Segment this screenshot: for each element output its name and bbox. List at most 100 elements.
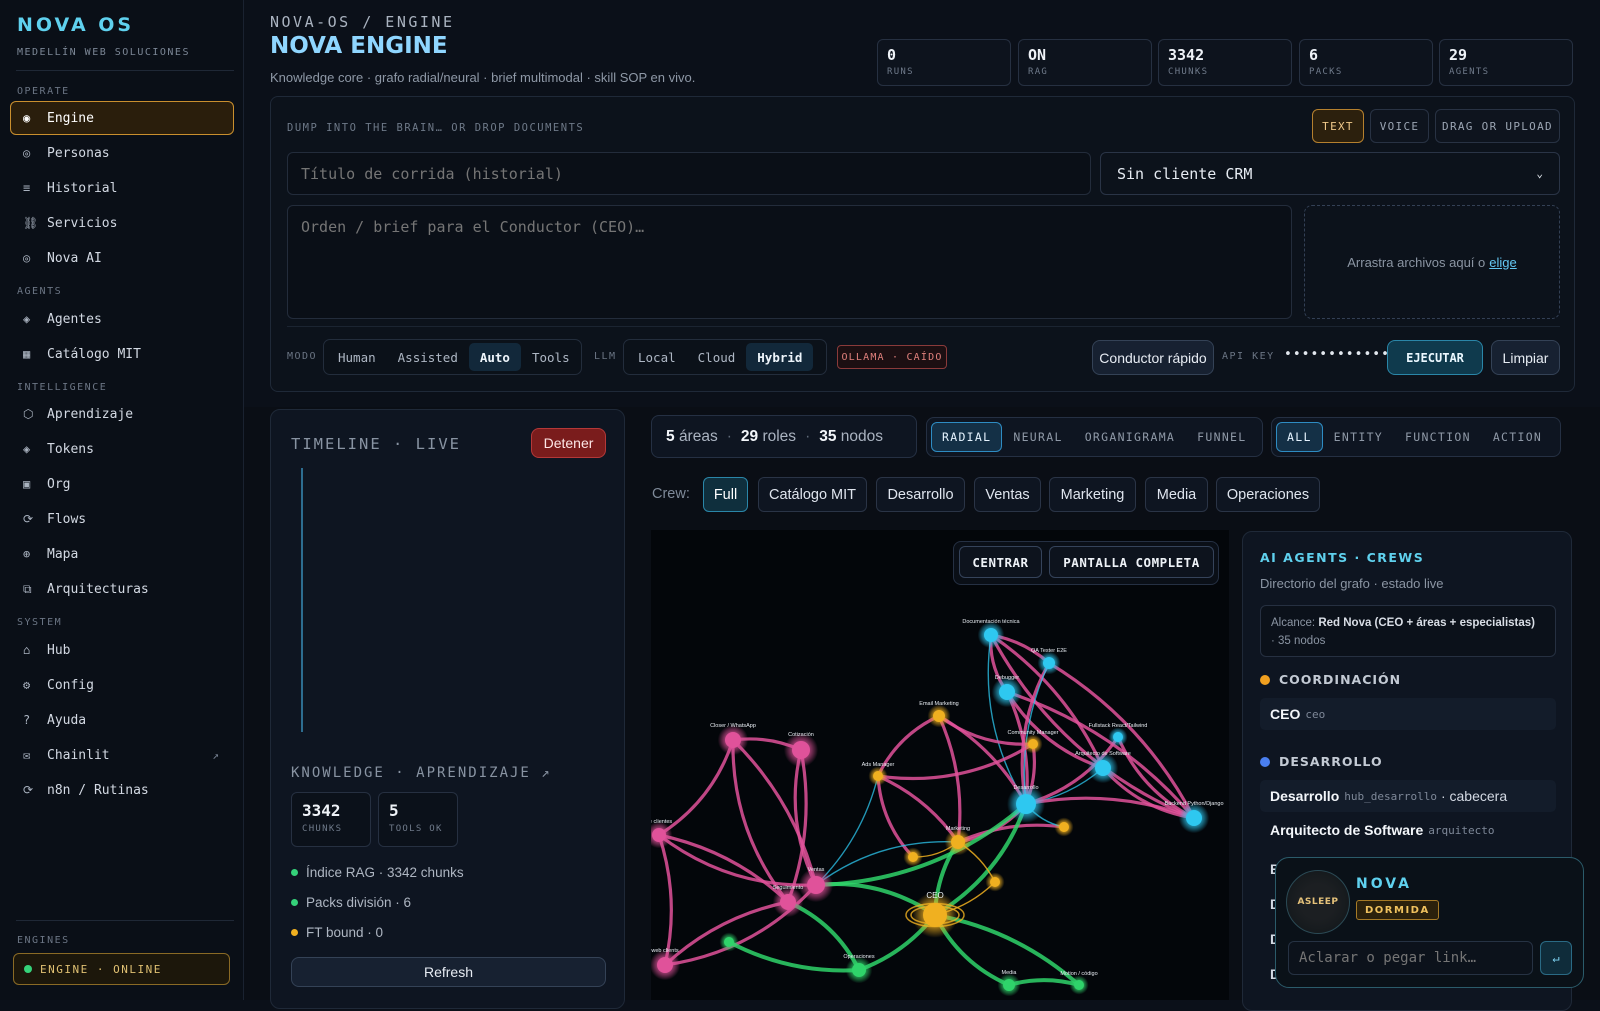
crm-client-select[interactable]: Sin cliente CRM ⌄	[1100, 152, 1560, 195]
chevron-down-icon: ⌄	[1536, 167, 1543, 180]
graph-node-dot	[1016, 794, 1036, 814]
graph-canvas[interactable]: Documentación técnica QA Tester E2E Debugg…	[651, 530, 1229, 1000]
graph-node-dot	[1186, 810, 1202, 826]
graph-node[interactable]: Arquitecto de Software	[1075, 751, 1131, 784]
filter-action[interactable]: ACTION	[1482, 422, 1553, 452]
sidebar-item-agentes[interactable]: ◈ Agentes	[10, 302, 234, 336]
limpiar-button[interactable]: Limpiar	[1491, 340, 1560, 375]
llm-cloud[interactable]: Cloud	[687, 343, 747, 371]
graph-node[interactable]: Media	[997, 970, 1021, 997]
view-radial[interactable]: RADIAL	[931, 422, 1003, 452]
refresh-button[interactable]: Refresh	[291, 957, 606, 987]
sidebar-item-aprendizaje[interactable]: ⬡ Aprendizaje	[10, 397, 234, 431]
modo-assisted[interactable]: Assisted	[387, 343, 469, 371]
crew-full[interactable]: Full	[703, 477, 748, 512]
choose-file-link[interactable]: elige	[1489, 255, 1516, 270]
graph-node[interactable]	[985, 872, 1005, 892]
graph-node[interactable]	[719, 932, 739, 952]
sidebar-item-nova-ai[interactable]: ◎ Nova AI	[10, 241, 234, 275]
crew-ventas[interactable]: Ventas	[974, 477, 1041, 512]
agent-row-ceo[interactable]: CEO ceo	[1260, 698, 1556, 730]
sidebar-item-ayuda[interactable]: ? Ayuda	[10, 703, 234, 737]
graph-node[interactable]	[903, 847, 923, 867]
run-title-input[interactable]	[287, 152, 1091, 195]
filter-entity[interactable]: ENTITY	[1323, 422, 1394, 452]
knowledge-tools: 5 TOOLS OK	[378, 792, 458, 847]
crew-catalogo[interactable]: Catálogo MIT	[758, 477, 867, 512]
sidebar-item-config[interactable]: ⚙ Config	[10, 668, 234, 702]
mode-voice-button[interactable]: VOICE	[1370, 109, 1429, 143]
graph-node-label: Media	[1002, 970, 1018, 976]
nova-name: NOVA	[1356, 876, 1412, 892]
modo-tools[interactable]: Tools	[521, 343, 581, 371]
crew-desarrollo[interactable]: Desarrollo	[876, 477, 965, 512]
status-dot	[291, 869, 298, 876]
crew-operaciones[interactable]: Operaciones	[1216, 477, 1320, 512]
conductor-rapido-button[interactable]: Conductor rápido	[1092, 340, 1214, 375]
sidebar-item-flows[interactable]: ⟳ Flows	[10, 502, 234, 536]
graph-node[interactable]: Documentación técnica	[962, 619, 1021, 649]
api-key-input[interactable]: ••••••••••••	[1284, 347, 1390, 362]
nova-assistant-widget: ASLEEP NOVA DORMIDA ↵	[1275, 857, 1584, 988]
sidebar-item-hub[interactable]: ⌂ Hub	[10, 633, 234, 667]
sidebar-item-arquitecturas[interactable]: ⧉ Arquitecturas	[10, 572, 234, 606]
sidebar-item-chainlit[interactable]: ✉ Chainlit ↗	[10, 738, 234, 772]
engine-status-badge[interactable]: ENGINE · ONLINE	[13, 953, 230, 985]
crew-media[interactable]: Media	[1145, 477, 1208, 512]
llm-local[interactable]: Local	[627, 343, 687, 371]
circle-icon: ◎	[23, 146, 31, 160]
crew-marketing[interactable]: Marketing	[1049, 477, 1136, 512]
graph-node[interactable]: CEO	[905, 891, 965, 938]
sidebar-item-mapa[interactable]: ⊕ Mapa	[10, 537, 234, 571]
sidebar-item-tokens[interactable]: ◈ Tokens	[10, 432, 234, 466]
sidebar-item-historial[interactable]: ≡ Historial	[10, 171, 234, 205]
sidebar-item-servicios[interactable]: ⛓ Servicios	[10, 206, 234, 240]
view-neural[interactable]: NEURAL	[1002, 422, 1073, 452]
graph-node[interactable]: Cotización	[783, 732, 819, 768]
sidebar-item-n8n[interactable]: ⟳ n8n / Rutinas	[10, 773, 234, 807]
modo-human[interactable]: Human	[327, 343, 387, 371]
llm-hybrid[interactable]: Hybrid	[746, 343, 814, 371]
section-system: SYSTEM	[17, 617, 63, 628]
section-desarrollo: DESARROLLO	[1260, 754, 1383, 769]
centrar-button[interactable]: CENTRAR	[959, 546, 1042, 578]
fullscreen-button[interactable]: PANTALLA COMPLETA	[1049, 546, 1214, 578]
modo-segmented: Human Assisted Auto Tools	[323, 339, 582, 375]
ejecutar-button[interactable]: EJECUTAR	[1387, 340, 1483, 375]
graph-node[interactable]: web clients	[651, 948, 681, 981]
sidebar-item-engine[interactable]: ◉ Engine	[10, 101, 234, 135]
graph-node[interactable]	[1054, 817, 1074, 837]
mode-text-button[interactable]: TEXT	[1312, 109, 1364, 143]
filter-all[interactable]: ALL	[1276, 422, 1323, 452]
graph-node[interactable]: Seguimiento	[773, 885, 804, 918]
nova-avatar[interactable]: ASLEEP	[1286, 870, 1350, 934]
filter-function[interactable]: FUNCTION	[1394, 422, 1482, 452]
graph-node[interactable]: Marketing	[944, 826, 972, 856]
graph-node[interactable]: Operaciones	[843, 954, 875, 984]
agent-row-arquitecto[interactable]: Arquitecto de Software arquitecto	[1260, 814, 1556, 846]
send-icon[interactable]: ↵	[1540, 941, 1572, 975]
sidebar-item-org[interactable]: ▣ Org	[10, 467, 234, 501]
sidebar-item-catalogo[interactable]: ▦ Catálogo MIT	[10, 337, 234, 371]
stat-rag: ON RAG	[1018, 39, 1152, 86]
detener-button[interactable]: Detener	[531, 428, 606, 458]
nova-chat-input[interactable]	[1288, 941, 1533, 975]
view-organigrama[interactable]: ORGANIGRAMA	[1074, 422, 1186, 452]
graph-view-segmented: RADIAL NEURAL ORGANIGRAMA FUNNEL	[926, 417, 1263, 457]
view-funnel[interactable]: FUNNEL	[1186, 422, 1257, 452]
list-item: Índice RAG · 3342 chunks	[291, 865, 464, 880]
agent-row-desarrollo[interactable]: Desarrollo hub_desarrollo · cabecera	[1260, 780, 1556, 812]
refresh-icon: ⟳	[23, 512, 34, 526]
graph-node[interactable]: Debugger	[991, 675, 1023, 708]
graph-node[interactable]: Desarrollo	[1007, 785, 1045, 823]
graph-node[interactable]: Backend Python/Django	[1164, 801, 1224, 834]
network-graph[interactable]: Documentación técnica QA Tester E2E Debugg…	[651, 530, 1229, 1000]
file-drop-zone[interactable]: Arrastra archivos aquí o elige	[1304, 205, 1560, 319]
graph-node-dot	[1074, 980, 1084, 990]
modo-auto[interactable]: Auto	[468, 343, 521, 371]
mode-upload-button[interactable]: DRAG OR UPLOAD	[1435, 109, 1560, 143]
brief-textarea[interactable]	[287, 205, 1292, 319]
refresh-icon: ⟳	[23, 783, 34, 797]
sidebar-item-personas[interactable]: ◎ Personas	[10, 136, 234, 170]
knowledge-title-link[interactable]: KNOWLEDGE · APRENDIZAJE ↗	[291, 765, 552, 781]
